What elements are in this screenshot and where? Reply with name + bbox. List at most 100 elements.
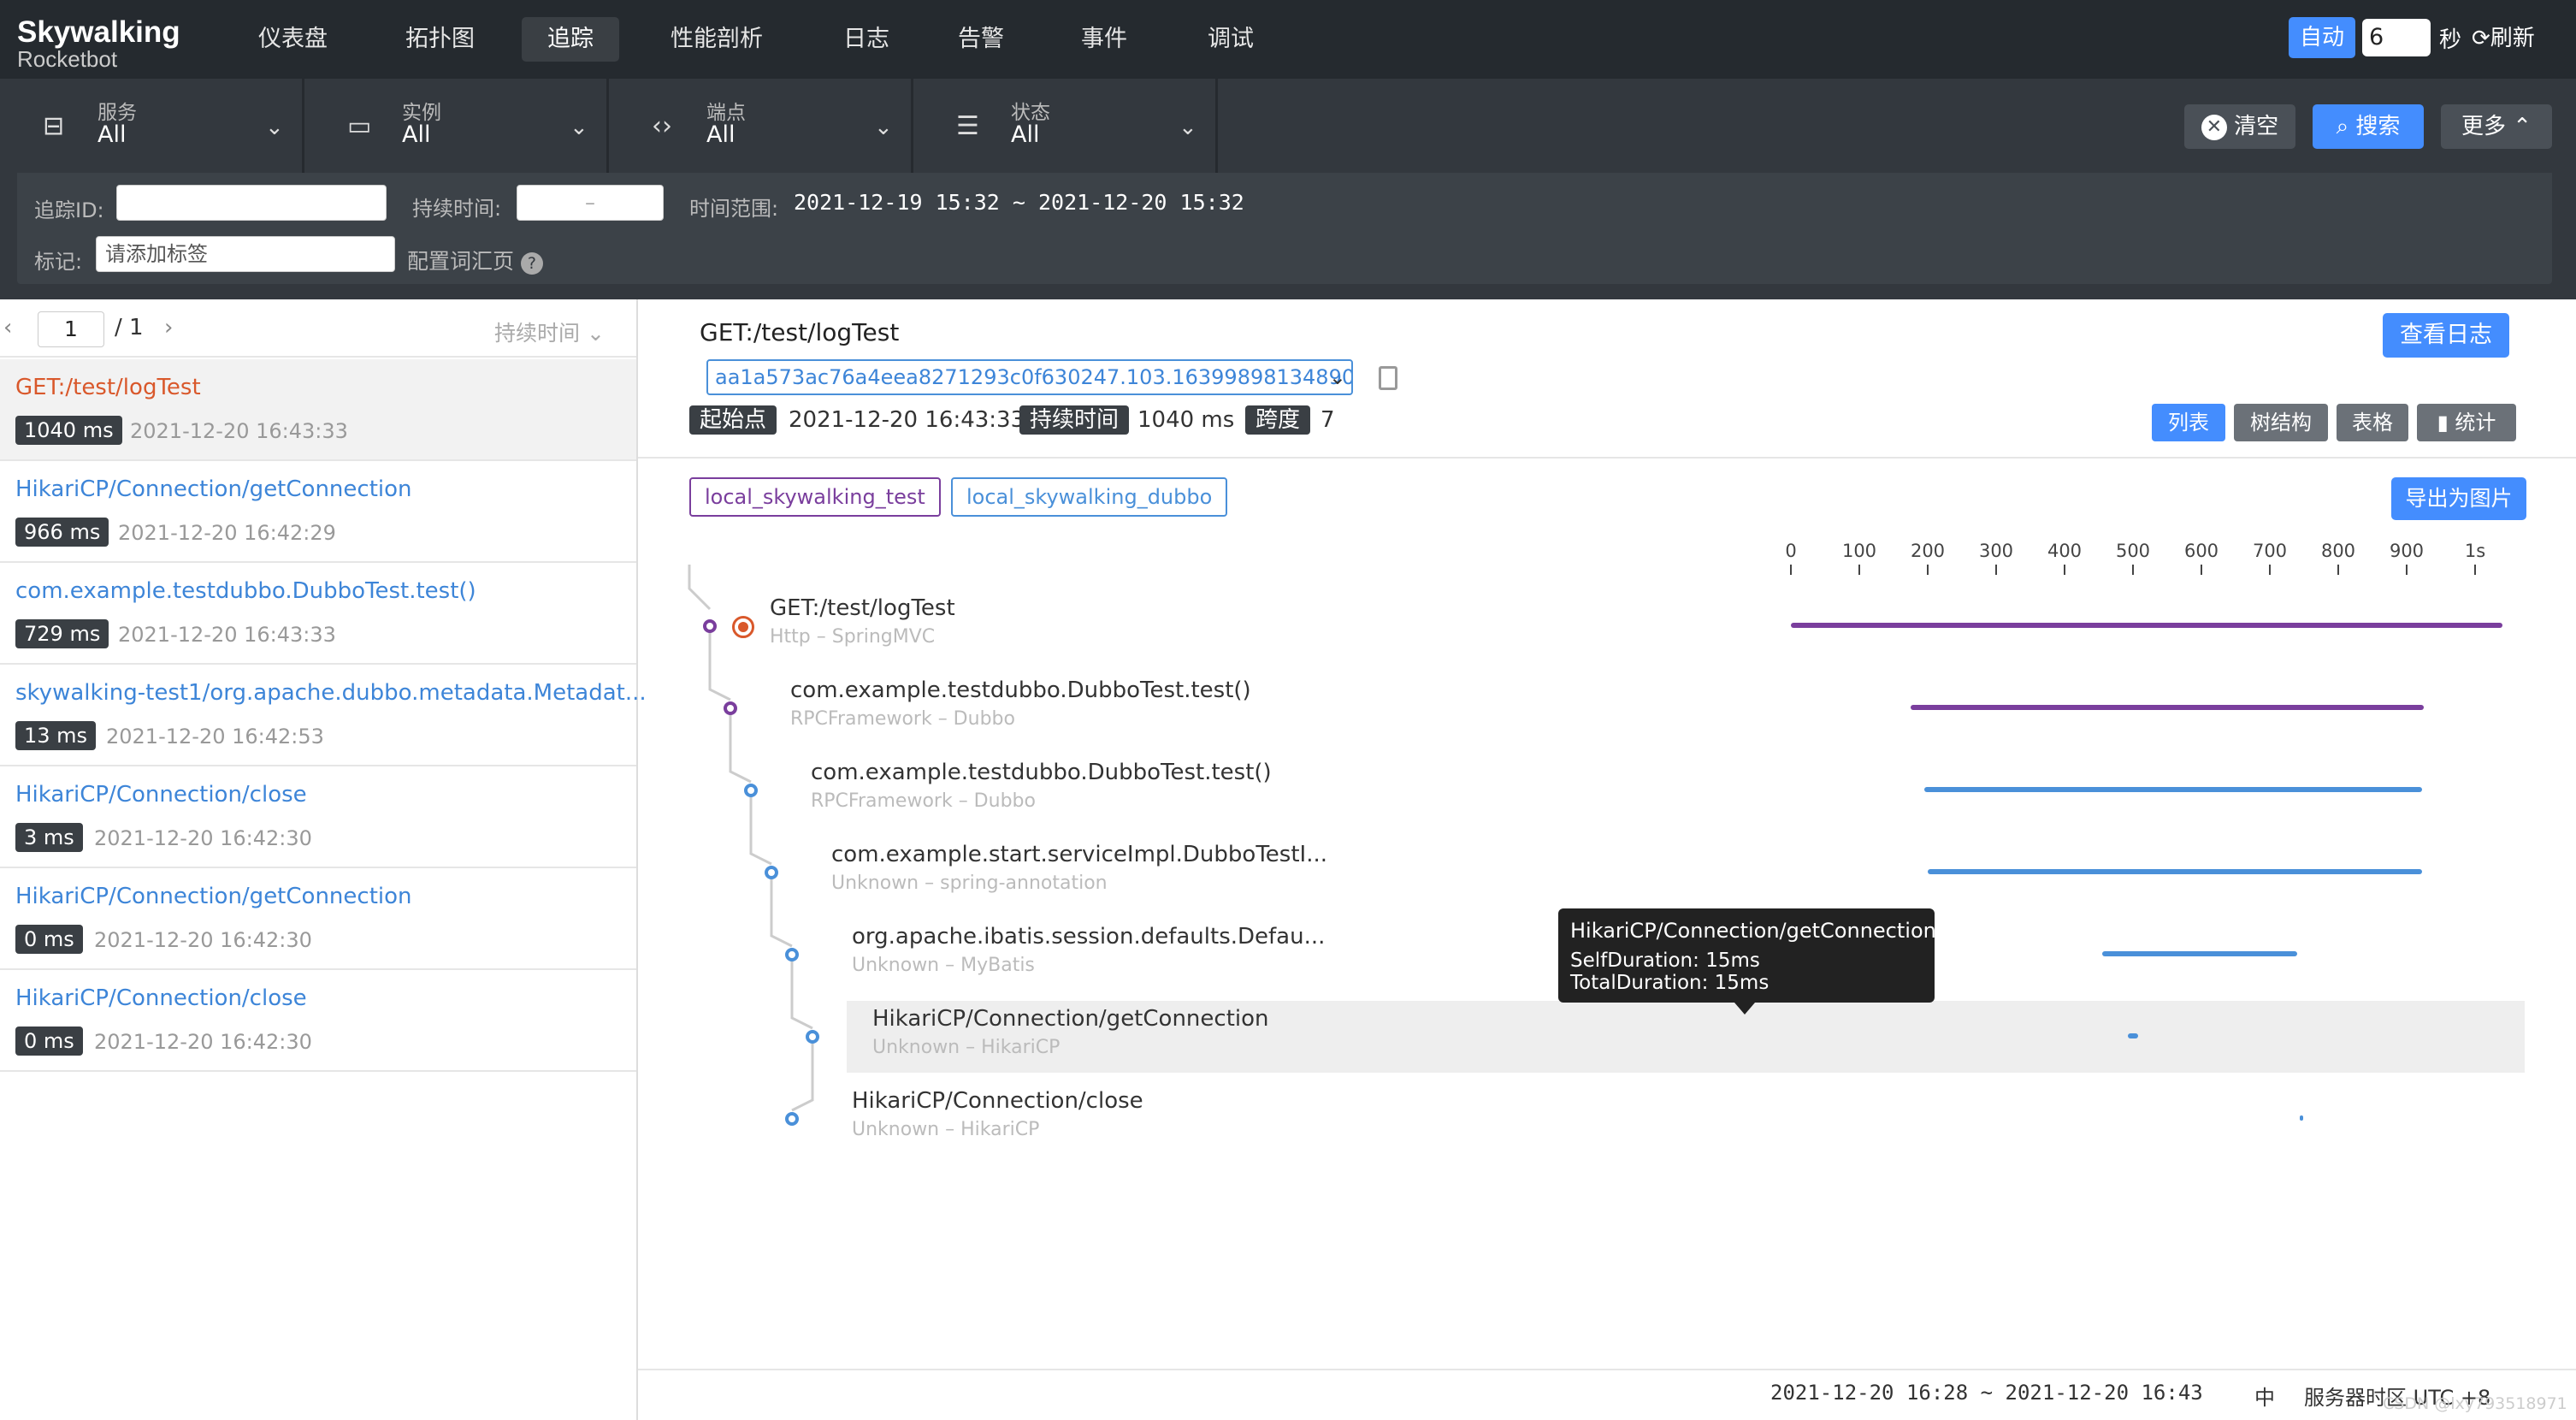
filter-label: 服务 [97, 102, 137, 124]
chevron-down-icon: ⌄ [1179, 115, 1197, 140]
briefcase-icon: ⊟ [43, 111, 65, 141]
close-circle-icon: ✕ [2201, 114, 2227, 140]
spans-tag: 跨度 [1245, 405, 1311, 435]
view-tree-button[interactable]: 树结构 [2234, 404, 2328, 441]
search-button[interactable]: ⌕ 搜索 [2313, 104, 2424, 149]
start-tag: 起始点 [689, 405, 777, 435]
filter-value: All [402, 121, 431, 148]
view-log-button[interactable]: 查看日志 [2383, 313, 2509, 358]
span-title[interactable]: HikariCP/Connection/close [852, 1088, 1143, 1114]
trace-start-time: 2021-12-20 16:42:30 [94, 1030, 312, 1054]
footer-time-range[interactable]: 2021-12-20 16:28 ~ 2021-12-20 16:43 [1770, 1381, 2203, 1405]
span-node-icon[interactable] [765, 866, 778, 879]
tag-input[interactable]: 请添加标签 [96, 236, 395, 272]
span-node-icon[interactable] [744, 784, 758, 797]
trace-start-time: 2021-12-20 16:42:30 [94, 928, 312, 952]
nav-item-4[interactable]: 日志 [818, 17, 915, 62]
tree-lines [688, 565, 814, 1112]
span-duration-bar[interactable] [1791, 623, 2502, 628]
nav-item-6[interactable]: 事件 [1055, 17, 1153, 62]
duration-tag: 持续时间 [1019, 405, 1130, 435]
tree-connector [688, 565, 712, 611]
span-duration-bar[interactable] [1911, 705, 2424, 710]
sort-dropdown[interactable]: 持续时间 ⌄ [494, 317, 605, 347]
axis-tick-label: 200 [1910, 541, 1946, 561]
span-duration-bar[interactable] [2300, 1115, 2304, 1121]
tree-connector [729, 715, 752, 784]
duration-input[interactable]: – [517, 185, 664, 221]
span-title[interactable]: org.apache.ibatis.session.defaults.Defau… [852, 924, 1325, 950]
service-legend-dubbo[interactable]: local_skywalking_dubbo [951, 477, 1228, 517]
search-label: 搜索 [2355, 114, 2401, 139]
span-subtitle: Http – SpringMVC [770, 626, 936, 648]
axis-tick-mark [1858, 565, 1860, 575]
nav-item-0[interactable]: 仪表盘 [233, 17, 353, 62]
span-duration-bar[interactable] [1928, 869, 2423, 874]
clear-label: 清空 [2234, 114, 2279, 139]
span-node-icon[interactable] [703, 619, 717, 633]
help-icon: ? [520, 252, 543, 275]
span-title[interactable]: HikariCP/Connection/getConnection [872, 1006, 1269, 1032]
start-value: 2021-12-20 16:43:33 [789, 407, 1025, 433]
language-toggle[interactable]: 中 [2254, 1381, 2275, 1411]
export-image-button[interactable]: 导出为图片 [2391, 477, 2526, 520]
view-table-button[interactable]: 表格 [2337, 404, 2408, 441]
spans-value: 7 [1320, 407, 1335, 433]
span-duration-bar[interactable] [1924, 787, 2423, 792]
tree-connector [708, 633, 731, 701]
watermark: CSDN @lxy793518971 [2383, 1394, 2567, 1413]
trace-start-time: 2021-12-20 16:42:53 [106, 725, 324, 748]
view-list-button[interactable]: 列表 [2152, 404, 2225, 441]
next-page-icon[interactable]: › [164, 315, 173, 340]
refresh-interval-input[interactable]: 6 [2362, 19, 2431, 56]
clipboard-icon[interactable] [1379, 366, 1397, 390]
duration-label: 持续时间: [412, 197, 502, 221]
nav-item-7[interactable]: 调试 [1182, 17, 1279, 62]
clear-button[interactable]: ✕ 清空 [2184, 104, 2295, 149]
more-label: 更多 [2461, 114, 2506, 139]
refresh-button[interactable]: ⟳刷新 [2472, 21, 2535, 52]
span-duration-bar[interactable] [2102, 951, 2297, 956]
logo-subtitle: Rocketbot [17, 46, 118, 72]
axis-tick-label: 500 [2115, 541, 2151, 561]
trace-id-input[interactable] [116, 185, 387, 221]
prev-page-icon[interactable]: ‹ [3, 315, 12, 340]
span-node-icon[interactable] [806, 1030, 819, 1044]
span-title[interactable]: com.example.testdubbo.DubboTest.test() [790, 677, 1251, 703]
span-title[interactable]: GET:/test/logTest [770, 595, 955, 621]
nav-item-1[interactable]: 拓扑图 [380, 17, 500, 62]
service-legend-test[interactable]: local_skywalking_test [689, 477, 941, 517]
view-stats-button[interactable]: ▮ 统计 [2417, 404, 2516, 441]
vocab-link[interactable]: 配置词汇页 ? [407, 245, 543, 275]
page-input[interactable]: 1 [38, 311, 104, 347]
tree-connector [791, 1044, 814, 1112]
logo: Skywalking [17, 15, 180, 49]
chevron-down-icon: ⌄ [570, 115, 588, 140]
nav-item-5[interactable]: 告警 [932, 17, 1030, 62]
search-panel [17, 173, 2552, 284]
more-button[interactable]: 更多 ⌃ [2441, 104, 2552, 149]
duration-badge: 13 ms [15, 721, 97, 750]
span-node-icon[interactable] [785, 948, 799, 961]
axis-tick-mark [2132, 565, 2134, 575]
span-subtitle: Unknown – MyBatis [852, 955, 1035, 976]
refresh-icon: ⟳ [2472, 26, 2490, 51]
nav-item-3[interactable]: 性能剖析 [645, 17, 789, 62]
bar-chart-icon: ▮ [2437, 411, 2449, 435]
auto-refresh-toggle[interactable]: 自动 [2289, 17, 2355, 58]
span-duration-bar[interactable] [2128, 1033, 2139, 1038]
span-title[interactable]: com.example.start.serviceImpl.DubboTestI… [831, 842, 1327, 867]
time-range-value[interactable]: 2021-12-19 15:32 ~ 2021-12-20 15:32 [794, 190, 1244, 215]
trace-id-select[interactable]: aa1a573ac76a4eea8271293c0f630247.103.163… [706, 359, 1353, 395]
trace-title: HikariCP/Connection/getConnection [15, 476, 412, 502]
tree-connector [790, 961, 813, 1030]
nav-item-2[interactable]: 追踪 [522, 17, 619, 62]
trace-start-time: 2021-12-20 16:42:30 [94, 826, 312, 850]
span-title[interactable]: com.example.testdubbo.DubboTest.test() [811, 760, 1272, 785]
sort-label: 持续时间 [494, 321, 581, 346]
stats-label: 统计 [2455, 411, 2496, 435]
tooltip-total: TotalDuration: 15ms [1570, 972, 1770, 994]
trace-title: com.example.testdubbo.DubboTest.test() [15, 578, 476, 604]
span-node-icon[interactable] [724, 701, 737, 715]
span-node-icon[interactable] [785, 1112, 799, 1126]
